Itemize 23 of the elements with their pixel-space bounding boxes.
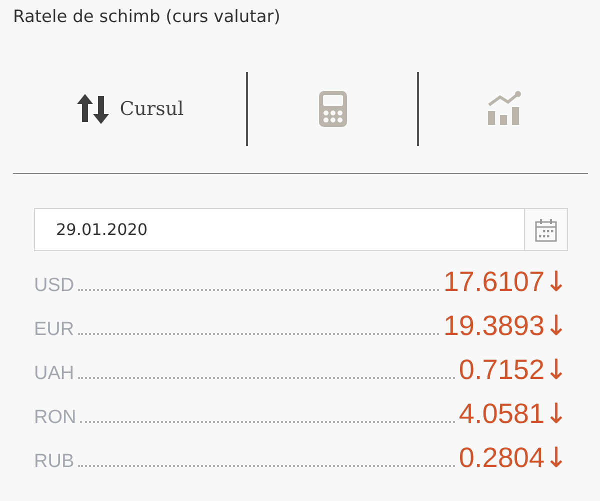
date-field[interactable]: 29.01.2020 — [34, 208, 524, 251]
rate-value: 17.6107 — [443, 266, 545, 298]
currency-code: UAH — [34, 363, 74, 385]
currency-code: EUR — [34, 319, 74, 341]
bar-chart-icon — [486, 90, 522, 126]
calculator-icon — [318, 90, 347, 126]
calendar-button[interactable] — [524, 208, 568, 251]
rate-value: 0.2804 — [458, 442, 545, 474]
currency-code: USD — [34, 275, 74, 297]
trend-arrow: ↓ — [544, 353, 568, 386]
trend-arrow: ↓ — [544, 309, 568, 342]
rate-value: 4.0581 — [458, 398, 545, 430]
rate-value: 0.7152 — [458, 354, 545, 386]
trend-arrow: ↓ — [544, 441, 568, 474]
trend-arrow: ↓ — [544, 265, 568, 298]
tab[interactable]: Cursul — [13, 72, 246, 146]
trend-arrow: ↓ — [544, 397, 568, 430]
swap-arrows-icon — [76, 92, 110, 126]
currency-code: RON — [34, 407, 76, 429]
calendar-icon — [535, 218, 557, 242]
currency-code: RUB — [34, 451, 74, 473]
page-title: Ratele de schimb (curs valutar) — [13, 6, 282, 29]
rate-value: 19.3893 — [443, 310, 545, 342]
